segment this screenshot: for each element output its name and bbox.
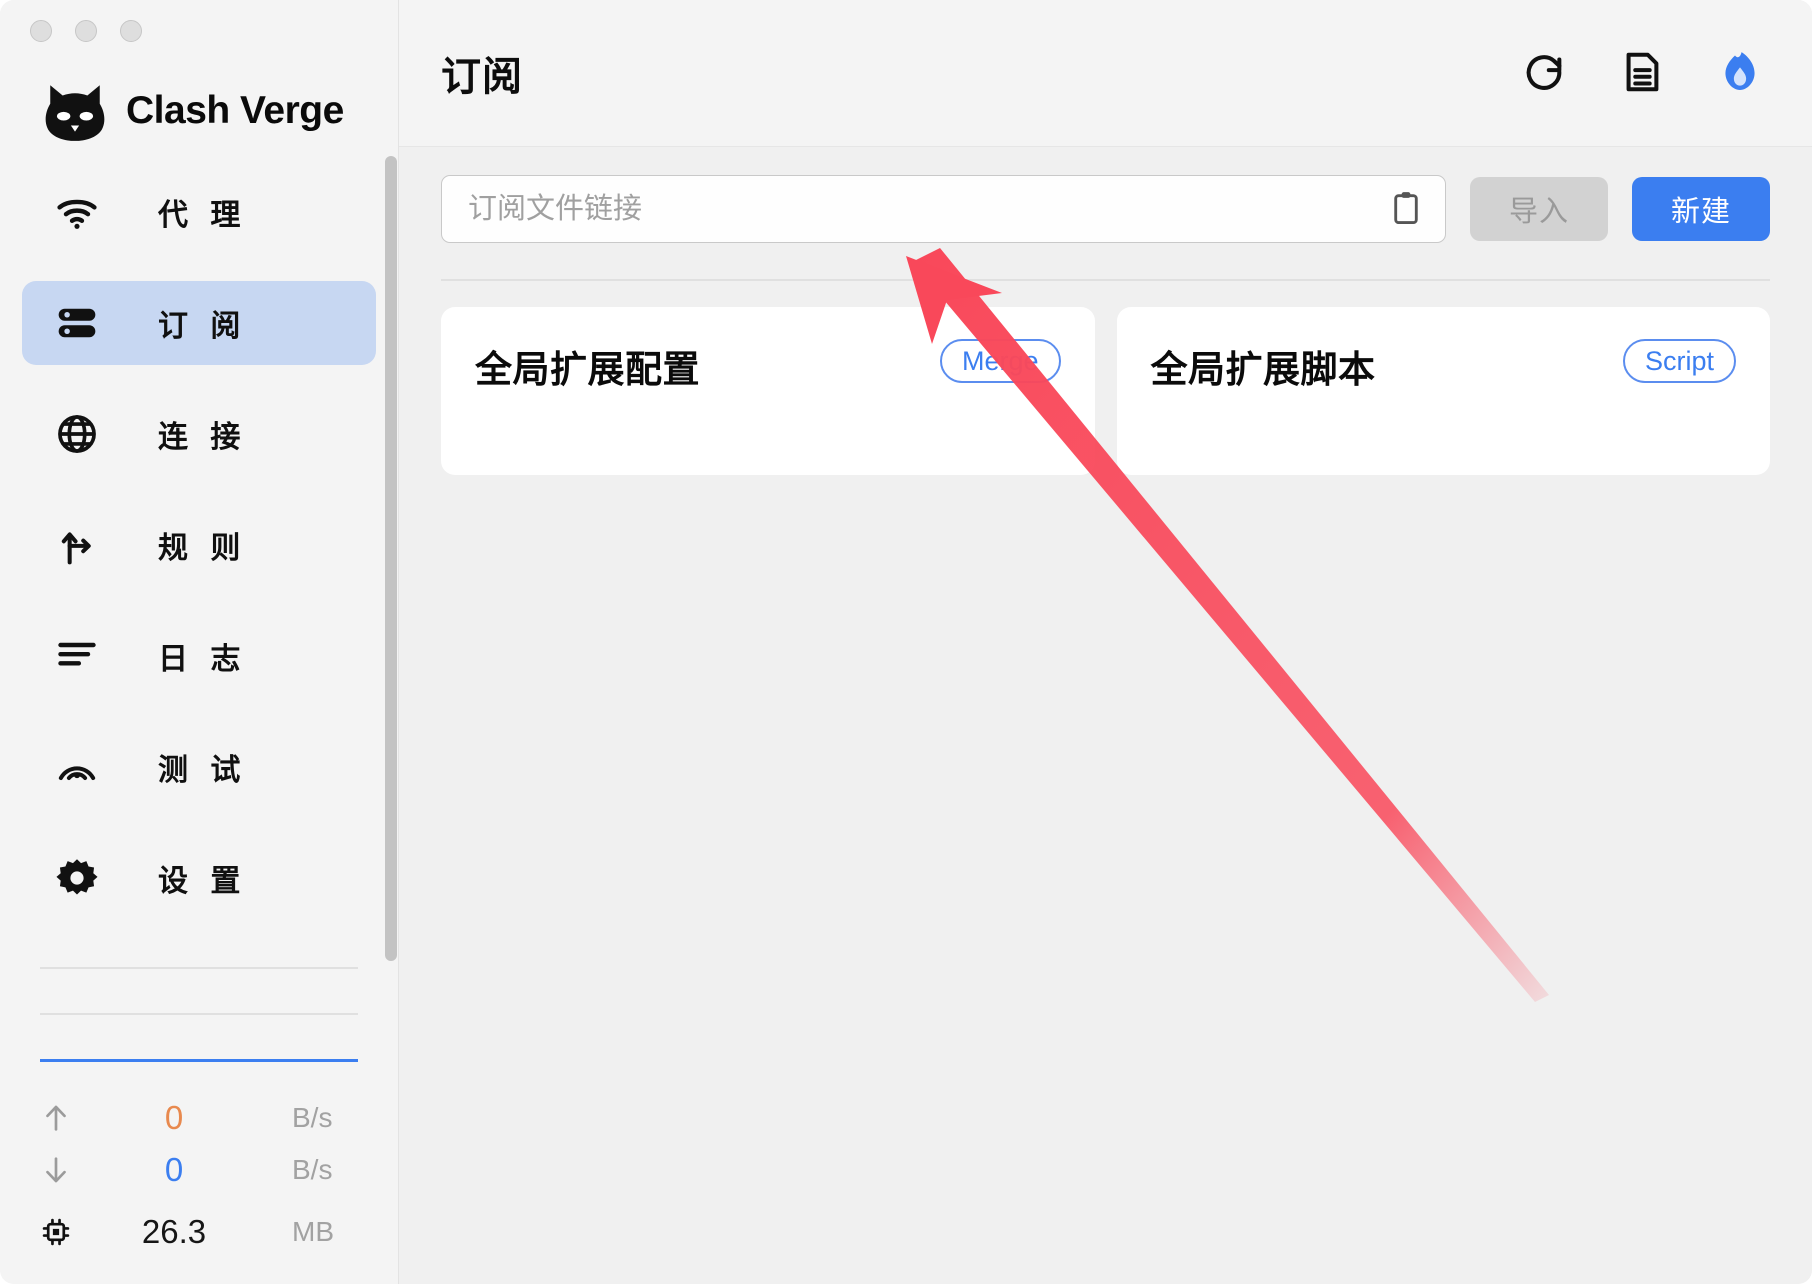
sidebar-item-label: 订 阅: [158, 310, 248, 343]
url-input[interactable]: [468, 176, 1383, 242]
sidebar-item-profile[interactable]: 订 阅: [22, 281, 376, 365]
card-title: 全局扩展脚本: [1150, 349, 1376, 390]
sidebar-item-rules[interactable]: 规 则: [22, 503, 376, 587]
document-icon: [1619, 49, 1665, 98]
sidebar-item-label: 代 理: [158, 199, 248, 232]
sidebar-dividers: [0, 967, 398, 1092]
close-button[interactable]: [30, 20, 52, 42]
sidebar-item-test[interactable]: 测 试: [22, 725, 376, 809]
profile-card-merge[interactable]: 全局扩展配置 Merge: [441, 307, 1095, 475]
document-button[interactable]: [1616, 47, 1668, 99]
topbar-actions: [1518, 47, 1766, 99]
profile-cards: 全局扩展配置 Merge 全局扩展脚本 Script: [441, 281, 1770, 475]
stat-download-value: 0: [164, 1151, 184, 1188]
sidebar-item-proxy[interactable]: 代 理: [22, 170, 376, 254]
url-bar: 导入 新建: [441, 147, 1770, 243]
traffic-stats: 0 B/s 0 B/s 26.3 MB: [0, 1092, 398, 1284]
refresh-icon: [1521, 49, 1567, 98]
card-header: 全局扩展脚本 Script: [1150, 339, 1736, 393]
flame-icon: [1717, 49, 1763, 98]
sidebar-scrollbar-thumb[interactable]: [385, 156, 397, 961]
card-header: 全局扩展配置 Merge: [475, 339, 1061, 393]
window-controls: [0, 0, 398, 48]
brand: Clash Verge: [0, 48, 398, 152]
minimize-button[interactable]: [75, 20, 97, 42]
sidebar-item-logs[interactable]: 日 志: [22, 614, 376, 698]
divider-2: [40, 1013, 358, 1015]
new-button[interactable]: 新建: [1632, 177, 1770, 241]
radar-icon: [54, 744, 100, 790]
sidebar-item-label: 规 则: [158, 532, 248, 565]
cat-logo-icon: [42, 81, 108, 141]
maximize-button[interactable]: [120, 20, 142, 42]
sidebar-item-label: 测 试: [158, 754, 248, 787]
main-content: 订阅 订阅文件链接 导入 新建 全局扩展配置 Merge 全局扩展脚本 Scri…: [398, 0, 1812, 1284]
list-icon: [54, 633, 100, 679]
server-icon: [54, 300, 100, 346]
divider-accent: [40, 1059, 358, 1062]
clipboard-icon: [1387, 189, 1425, 230]
arrow-down-icon: [34, 1153, 78, 1187]
profile-card-script[interactable]: 全局扩展脚本 Script: [1116, 307, 1770, 475]
stat-download: 0 B/s: [34, 1144, 364, 1196]
status-badge: Merge: [939, 339, 1061, 383]
sidebar-item-connect[interactable]: 连 接: [22, 392, 376, 476]
wifi-icon: [54, 189, 100, 235]
memory-chip-icon: [34, 1215, 78, 1249]
import-button[interactable]: 导入: [1470, 177, 1608, 241]
stat-upload: 0 B/s: [34, 1092, 364, 1144]
sidebar-nav: 代 理 订 阅 连 接 规 则 日 志 测 试 设 置: [0, 170, 398, 947]
sidebar-item-settings[interactable]: 设 置: [22, 836, 376, 920]
flame-button[interactable]: [1714, 47, 1766, 99]
brand-title: Clash Verge: [126, 89, 344, 132]
fork-icon: [54, 522, 100, 568]
page-title: 订阅: [441, 55, 523, 99]
arrow-up-icon: [34, 1101, 78, 1135]
status-badge: Script: [1622, 339, 1736, 383]
sidebar-item-label: 连 接: [158, 421, 248, 454]
divider-1: [40, 967, 358, 969]
paste-button[interactable]: [1383, 186, 1429, 232]
app-window: Clash Verge 代 理 订 阅 连 接 规 则 日 志 测 试 设 置 …: [0, 0, 1812, 1284]
refresh-button[interactable]: [1518, 47, 1570, 99]
card-title: 全局扩展配置: [475, 349, 700, 390]
stat-upload-value: 0: [164, 1099, 184, 1136]
gear-icon: [54, 855, 100, 901]
stat-memory-unit: MB: [292, 1216, 334, 1247]
sidebar-item-label: 日 志: [158, 643, 248, 676]
stat-download-unit: B/s: [292, 1154, 333, 1185]
stat-memory-value: 26.3: [141, 1213, 207, 1250]
url-input-wrapper[interactable]: [441, 175, 1446, 243]
topbar: 订阅: [399, 0, 1812, 147]
sidebar: Clash Verge 代 理 订 阅 连 接 规 则 日 志 测 试 设 置 …: [0, 0, 398, 1284]
stat-upload-unit: B/s: [292, 1102, 333, 1133]
sidebar-item-label: 设 置: [158, 865, 248, 898]
content-area: 导入 新建 全局扩展配置 Merge 全局扩展脚本 Script: [399, 147, 1812, 1284]
stat-memory: 26.3 MB: [34, 1206, 364, 1258]
globe-icon: [54, 411, 100, 457]
